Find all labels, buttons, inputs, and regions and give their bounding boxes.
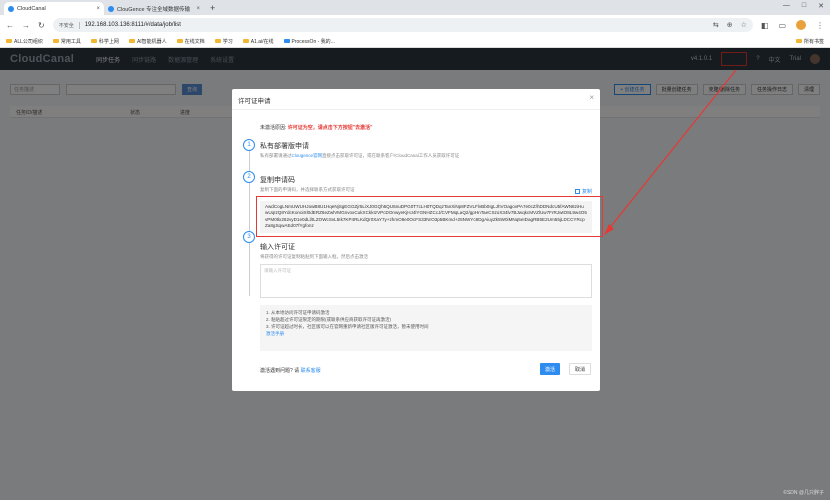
step-description: 将获得的许可证复制粘贴到下面输入框，然后点击激活 (260, 254, 368, 259)
translate-icon[interactable]: ⇆ (713, 21, 719, 29)
bookmark-item[interactable]: 学习 (214, 38, 233, 45)
step-title: 输入许可证 (260, 244, 295, 251)
folder-icon (214, 39, 221, 43)
url-text[interactable]: 192.168.103.136:8111/#/data/job/list (85, 22, 181, 28)
browser-tab-clougence[interactable]: ClouGence 专注全域数据传输 × (104, 2, 204, 15)
folder-icon (6, 39, 12, 43)
bookmark-item[interactable]: 常用工具 (52, 38, 81, 45)
step-description: 私有部署请通过Clougence官网直接点击获取许可证，或在联系客户/Cloud… (260, 153, 460, 158)
folder-icon (52, 39, 59, 43)
extensions-icon[interactable]: ◧ (761, 21, 769, 30)
inactive-reason: 未激活原因: 许可证为空，请点击下方按钮"去激活" (260, 124, 373, 131)
copy-icon (574, 189, 580, 194)
sidepanel-icon[interactable]: ▭ (778, 21, 786, 30)
folder-icon (128, 39, 135, 43)
menu-icon[interactable]: ⋮ (816, 21, 824, 30)
new-tab-button[interactable]: + (210, 3, 215, 13)
bookmark-item[interactable]: 在线文档 (176, 38, 205, 45)
processon-icon (283, 39, 290, 43)
step-number: 3 (243, 231, 255, 243)
dialog-footer-help: 激活遇到问题? 请 联系客服 (260, 368, 321, 374)
close-icon[interactable]: × (589, 93, 594, 102)
bookmark-item[interactable]: ProcessOn - 我的... (283, 38, 335, 45)
step-number: 2 (243, 171, 255, 183)
browser-tab-cloudcanal[interactable]: CloudCanal × (4, 2, 104, 15)
license-input[interactable]: 请输入许可证 (260, 264, 592, 298)
close-window-icon[interactable]: ✕ (818, 2, 824, 10)
step-connector (249, 241, 250, 296)
folder-icon (90, 39, 97, 43)
bookmark-item[interactable]: AI智能机器人 (128, 38, 167, 45)
contact-support-link[interactable]: 联系客服 (301, 368, 321, 374)
note-item: 1. 从本地访问许可证申请码激活 (266, 310, 330, 315)
dialog-divider (232, 109, 600, 110)
maximize-icon[interactable]: □ (802, 2, 806, 10)
reason-text: 许可证为空，请点击下方按钮"去激活" (287, 125, 373, 131)
window-controls: — □ ✕ (783, 2, 824, 10)
note-item: 3. 许可证超过时长，社区版可以在官网重新申请社区版许可证激活，暂未使用时间 (266, 324, 429, 329)
license-dialog: 许可证申请 × 未激活原因: 许可证为空，请点击下方按钮"去激活" 1 私有部署… (232, 89, 603, 391)
bookmark-item[interactable]: ALL公司组织 (6, 38, 43, 45)
activate-button[interactable]: 激活 (540, 363, 560, 375)
all-bookmarks[interactable]: 所有书签 (795, 38, 824, 45)
watermark: ©SDN @几只胖子 (783, 490, 824, 496)
address-bar[interactable]: 不安全 192.168.103.136:8111/#/data/job/list… (52, 18, 753, 32)
bookmark-item[interactable]: 科学上网 (90, 38, 119, 45)
browser-tabbar: CloudCanal × ClouGence 专注全域数据传输 × + — □ … (0, 0, 830, 15)
step-connector (249, 141, 250, 241)
security-indicator[interactable]: 不安全 (59, 21, 80, 29)
folder-icon (176, 39, 183, 43)
tab-label: ClouGence 专注全域数据传输 (117, 6, 191, 13)
note-item: 2. 粘贴超过许可证限定的期限(或联系供应商获取许可证再激活) (266, 317, 391, 322)
dialog-title: 许可证申请 (238, 98, 271, 105)
notes-box: 1. 从本地访问许可证申请码激活 2. 粘贴超过许可证限定的期限(或联系供应商获… (260, 305, 592, 351)
step-title: 复制申请码 (260, 177, 295, 184)
bookmarks-bar: ALL公司组织 常用工具 科学上网 AI智能机器人 在线文档 学习 A1.ai/… (0, 35, 830, 48)
reload-icon[interactable]: ↻ (38, 21, 45, 30)
back-icon[interactable]: ← (6, 21, 14, 30)
step-description: 复制下面的申请码，并选择联系方式获取许可证 (260, 187, 355, 192)
minimize-icon[interactable]: — (783, 2, 790, 10)
zoom-icon[interactable]: ⊕ (727, 21, 733, 29)
close-icon[interactable]: × (196, 6, 200, 12)
tab-label: CloudCanal (17, 5, 46, 12)
cloudcanal-favicon-icon (8, 5, 14, 12)
bookmark-star-icon[interactable]: ☆ (741, 21, 747, 29)
reason-label: 未激活原因: (260, 125, 287, 131)
activation-manual-link[interactable]: 激活手册 (266, 330, 586, 337)
clougence-favicon-icon (108, 5, 114, 12)
clougence-link[interactable]: Clougence官网 (292, 153, 323, 158)
highlight-box (256, 196, 603, 237)
folder-icon (242, 39, 249, 43)
step-number: 1 (243, 139, 255, 151)
close-icon[interactable]: × (96, 6, 100, 12)
copy-button[interactable]: 复制 (574, 188, 592, 195)
bookmark-item[interactable]: A1.ai/在线 (242, 38, 274, 45)
profile-avatar[interactable] (796, 20, 806, 30)
folder-icon (795, 39, 802, 43)
cancel-button[interactable]: 取消 (569, 363, 591, 375)
browser-toolbar: ← → ↻ 不安全 192.168.103.136:8111/#/data/jo… (0, 15, 830, 35)
forward-icon[interactable]: → (22, 21, 30, 30)
step-title: 私有部署版申请 (260, 143, 309, 150)
